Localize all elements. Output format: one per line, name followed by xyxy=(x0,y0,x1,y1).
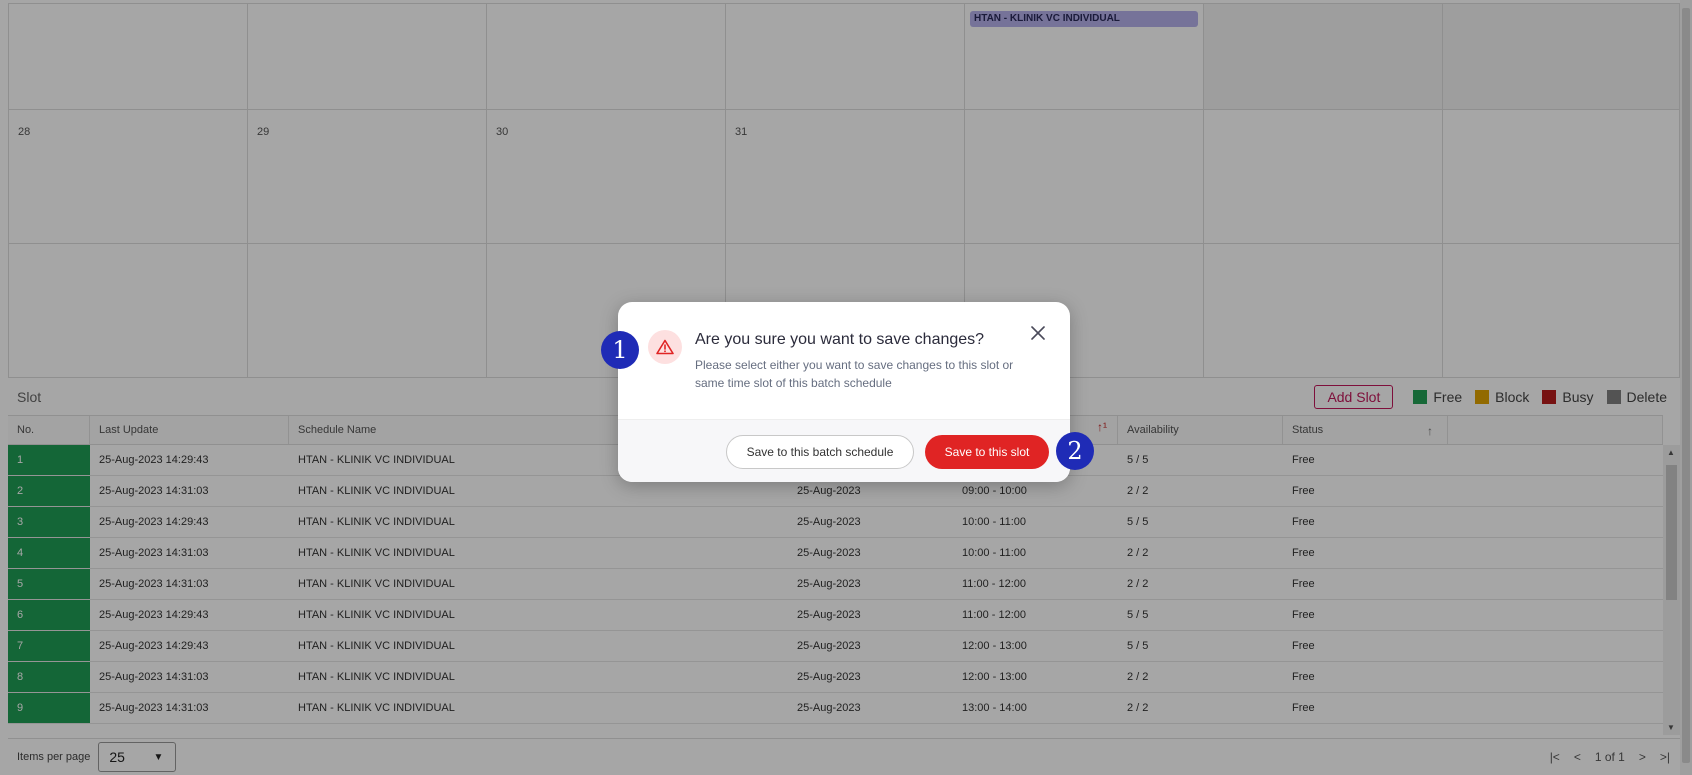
annotation-marker-2: 2 xyxy=(1056,432,1094,470)
save-batch-schedule-button[interactable]: Save to this batch schedule xyxy=(726,435,914,469)
confirm-save-dialog: Are you sure you want to save changes? P… xyxy=(618,302,1070,482)
dialog-body: Are you sure you want to save changes? P… xyxy=(618,302,1070,419)
warning-icon xyxy=(648,330,682,364)
close-icon[interactable] xyxy=(1027,322,1049,344)
dialog-message: Please select either you want to save ch… xyxy=(695,358,1014,390)
dialog-title: Are you sure you want to save changes? xyxy=(695,331,985,348)
save-slot-button[interactable]: Save to this slot xyxy=(925,435,1049,469)
dialog-footer: Save to this batch schedule Save to this… xyxy=(618,419,1070,482)
annotation-marker-1: 1 xyxy=(601,331,639,369)
